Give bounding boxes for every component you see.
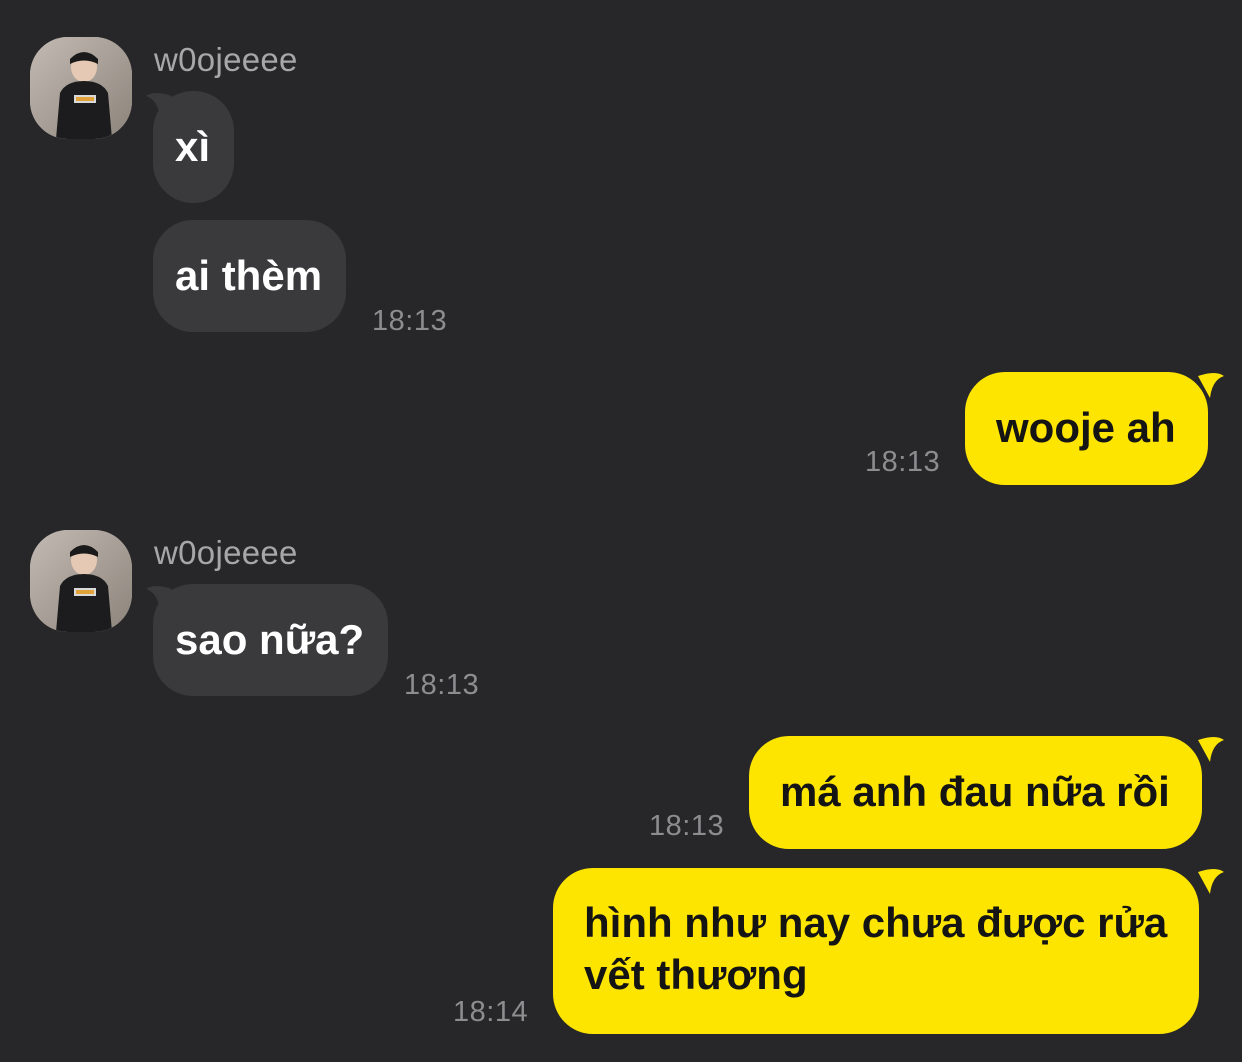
chat-window[interactable]: w0ojeeee xì ai thèm 18:13 18:13 wooje ah — [0, 0, 1242, 1062]
message-timestamp: 18:13 — [404, 669, 480, 701]
message-text: ai thèm — [175, 252, 323, 299]
sender-name: w0ojeeee — [154, 41, 298, 78]
message-text-line: vết thương — [584, 951, 808, 998]
message-text: wooje ah — [996, 404, 1176, 451]
sender-avatar[interactable] — [30, 37, 132, 139]
bubble-tail-icon — [1198, 869, 1224, 894]
message-timestamp: 18:13 — [865, 446, 941, 478]
incoming-message-bubble[interactable]: sao nữa? — [153, 584, 389, 696]
message-text: sao nữa? — [175, 616, 365, 663]
message-text-line: hình như nay chưa được rửa — [584, 899, 1168, 946]
outgoing-message-bubble[interactable]: wooje ah — [965, 372, 1208, 485]
message-text: má anh đau nữa rồi — [780, 768, 1170, 815]
message-timestamp: 18:13 — [649, 810, 725, 842]
sender-name: w0ojeeee — [154, 534, 298, 571]
outgoing-message-bubble[interactable]: hình như nay chưa được rửa vết thương — [553, 868, 1200, 1034]
bubble-tail-icon — [1198, 737, 1224, 762]
avatar-photo-icon — [30, 37, 132, 139]
incoming-message-bubble[interactable]: ai thèm — [153, 220, 347, 332]
message-timestamp: 18:13 — [372, 305, 448, 337]
sender-avatar[interactable] — [30, 530, 132, 632]
message-text: xì — [175, 123, 211, 170]
message-timestamp: 18:14 — [453, 996, 529, 1028]
incoming-message-bubble[interactable]: xì — [153, 91, 235, 203]
avatar-photo-icon — [30, 530, 132, 632]
outgoing-message-bubble[interactable]: má anh đau nữa rồi — [749, 736, 1202, 849]
